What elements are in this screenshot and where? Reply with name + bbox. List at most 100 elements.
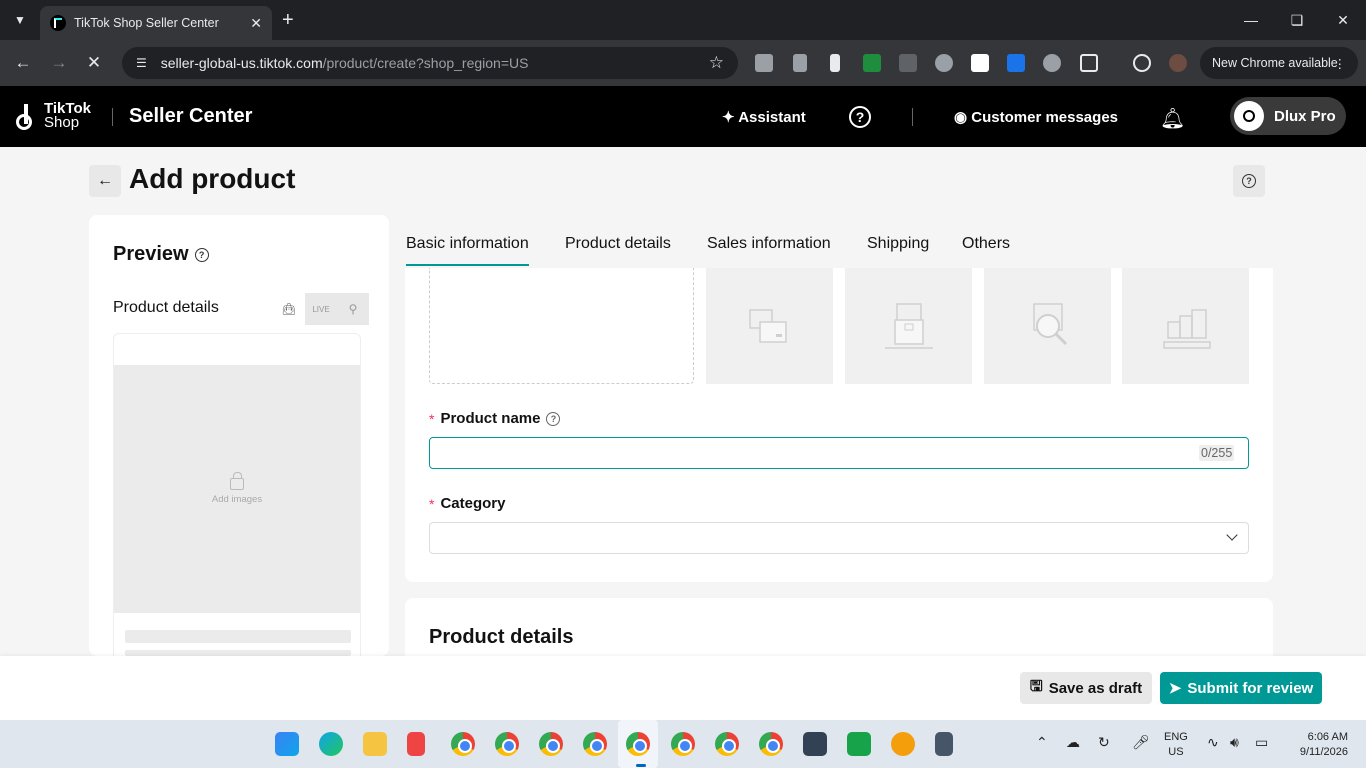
notification-bell-icon[interactable]: 🔔︎ — [1160, 106, 1185, 131]
globe-icon[interactable] — [1043, 54, 1061, 72]
customer-messages-label: Customer messages — [971, 109, 1118, 126]
page-title: Add product — [129, 163, 296, 194]
preview-image-placeholder: Add images — [114, 365, 360, 613]
extension-icon[interactable] — [863, 54, 881, 72]
bookmark-star-icon[interactable]: ☆ — [709, 53, 724, 73]
sample-image-size — [1122, 268, 1249, 384]
magnifier-icon — [1032, 303, 1067, 346]
cloud-sync-icon[interactable]: ☁ — [1066, 734, 1080, 751]
tab-others[interactable]: Others — [962, 235, 1010, 253]
chevron-up-icon[interactable]: ⌃ — [1036, 734, 1048, 751]
assistant-button[interactable]: ✦ Assistant — [722, 108, 806, 126]
section-tabs: Basic information Product details Sales … — [405, 215, 1273, 268]
extension-icon[interactable] — [793, 54, 807, 72]
tiktok-shop-logo[interactable]: TikTok Shop — [16, 101, 91, 130]
back-icon[interactable]: ← — [11, 51, 35, 75]
category-label-row: * Category — [429, 495, 505, 512]
extension-icon[interactable] — [971, 54, 989, 72]
extensions-puzzle-icon[interactable] — [1080, 54, 1098, 72]
tab-product-details[interactable]: Product details — [565, 235, 671, 253]
back-button[interactable]: ← — [89, 165, 121, 197]
preview-panel: Preview ? Product details 👜︎ LIVE ⚲ Add … — [89, 215, 389, 656]
sync-icon[interactable]: ↻ — [1098, 734, 1110, 751]
calculator-icon[interactable] — [935, 732, 953, 756]
restore-icon[interactable]: ❏ — [1274, 0, 1320, 40]
volume-icon[interactable]: 🔊︎ — [1230, 734, 1239, 751]
address-bar[interactable]: ☰ seller-global-us.tiktok.com /product/c… — [122, 47, 738, 79]
submit-for-review-button[interactable]: ➤ Submit for review — [1160, 672, 1322, 704]
extension-icon[interactable] — [935, 54, 953, 72]
minimize-icon[interactable]: — — [1228, 0, 1274, 40]
microphone-icon[interactable]: 🎤︎ — [1132, 734, 1150, 751]
tab-close-icon[interactable]: ✕ — [250, 15, 262, 32]
clock[interactable]: 6:06 AM 9/11/2026 — [1290, 730, 1348, 760]
lang-code: ENG — [1164, 731, 1188, 743]
wifi-icon[interactable]: ∿ — [1207, 734, 1219, 751]
chrome-profile-icon[interactable] — [451, 732, 475, 756]
chevron-down-icon — [1226, 529, 1238, 541]
chrome-profile-icon[interactable] — [671, 732, 695, 756]
stop-loading-icon[interactable]: ✕ — [82, 51, 106, 75]
shopping-bag-icon[interactable]: 👜︎ — [273, 293, 305, 325]
chrome-profile-icon[interactable] — [495, 732, 519, 756]
chrome-profile-icon[interactable] — [715, 732, 739, 756]
sample-image-zoom — [984, 268, 1111, 384]
tab-basic-information[interactable]: Basic information — [406, 235, 529, 266]
required-mark: * — [429, 495, 435, 512]
product-details-title: Product details — [429, 626, 574, 648]
skeleton-line — [125, 630, 351, 643]
chrome-profile-icon[interactable] — [759, 732, 783, 756]
more-menu-icon[interactable]: ⋮ — [1334, 56, 1347, 71]
category-select[interactable] — [429, 522, 1249, 554]
tab-search-icon[interactable]: ▼ — [8, 8, 32, 32]
chrome-update-label: New Chrome available — [1212, 56, 1338, 70]
seller-header: TikTok Shop Seller Center ✦ Assistant ? … — [0, 86, 1366, 147]
sparkle-icon: ✦ — [722, 109, 735, 126]
excel-icon[interactable] — [847, 732, 871, 756]
help-icon[interactable]: ? — [849, 106, 871, 128]
live-icon[interactable]: LIVE — [305, 293, 337, 325]
region-code: US — [1168, 746, 1184, 758]
forward-icon[interactable]: → — [47, 51, 71, 75]
file-explorer-icon[interactable] — [363, 732, 387, 756]
character-counter: 0/255 — [1199, 445, 1235, 461]
profile-avatar-icon[interactable] — [1169, 54, 1187, 72]
profile-menu[interactable]: Dlux Pro — [1230, 97, 1346, 135]
search-preview-icon[interactable]: ⚲ — [337, 293, 369, 325]
battery-icon[interactable]: ▭ — [1255, 734, 1268, 751]
tiktok-favicon-icon — [50, 15, 66, 31]
snipping-tool-icon[interactable] — [407, 732, 425, 756]
extension-icon[interactable] — [755, 54, 773, 72]
save-draft-button[interactable]: 🖫︎ Save as draft — [1020, 672, 1152, 704]
chrome-active-icon[interactable] — [626, 732, 650, 756]
question-icon[interactable]: ? — [194, 247, 209, 262]
add-images-label: Add images — [211, 493, 263, 505]
send-icon: ➤ — [1168, 680, 1182, 697]
browser-toolbar: ← → ✕ ☰ seller-global-us.tiktok.com /pro… — [0, 40, 1366, 86]
tab-sales-information[interactable]: Sales information — [707, 235, 831, 253]
question-icon[interactable]: ? — [546, 411, 561, 426]
page-help-button[interactable]: ? — [1233, 165, 1265, 197]
tab-shipping[interactable]: Shipping — [867, 235, 929, 253]
new-tab-icon[interactable]: + — [282, 8, 294, 32]
keyboard-app-icon[interactable] — [803, 732, 827, 756]
chrome-profile-icon[interactable] — [539, 732, 563, 756]
close-window-icon[interactable]: ✕ — [1320, 0, 1366, 40]
performance-icon[interactable] — [1133, 54, 1151, 72]
customer-messages-button[interactable]: ◉ Customer messages — [954, 108, 1118, 126]
windows-start-icon[interactable] — [275, 732, 299, 756]
chrome-profile-icon[interactable] — [583, 732, 607, 756]
site-info-icon[interactable]: ☰ — [136, 56, 147, 70]
chrome-update-button[interactable]: New Chrome available ⋮ — [1200, 47, 1358, 79]
chat-app-icon[interactable] — [891, 732, 915, 756]
extension-icon[interactable] — [830, 54, 840, 72]
extension-icon[interactable] — [899, 54, 917, 72]
headset-icon: ◉ — [954, 109, 968, 126]
edge-icon[interactable] — [319, 732, 343, 756]
product-name-input[interactable] — [429, 437, 1249, 469]
browser-tab[interactable]: TikTok Shop Seller Center ✕ — [40, 6, 272, 40]
language-indicator[interactable]: ENG US — [1164, 730, 1188, 760]
extension-icon[interactable] — [1007, 54, 1025, 72]
image-upload-dropzone[interactable] — [429, 268, 694, 384]
avatar — [1234, 101, 1264, 131]
